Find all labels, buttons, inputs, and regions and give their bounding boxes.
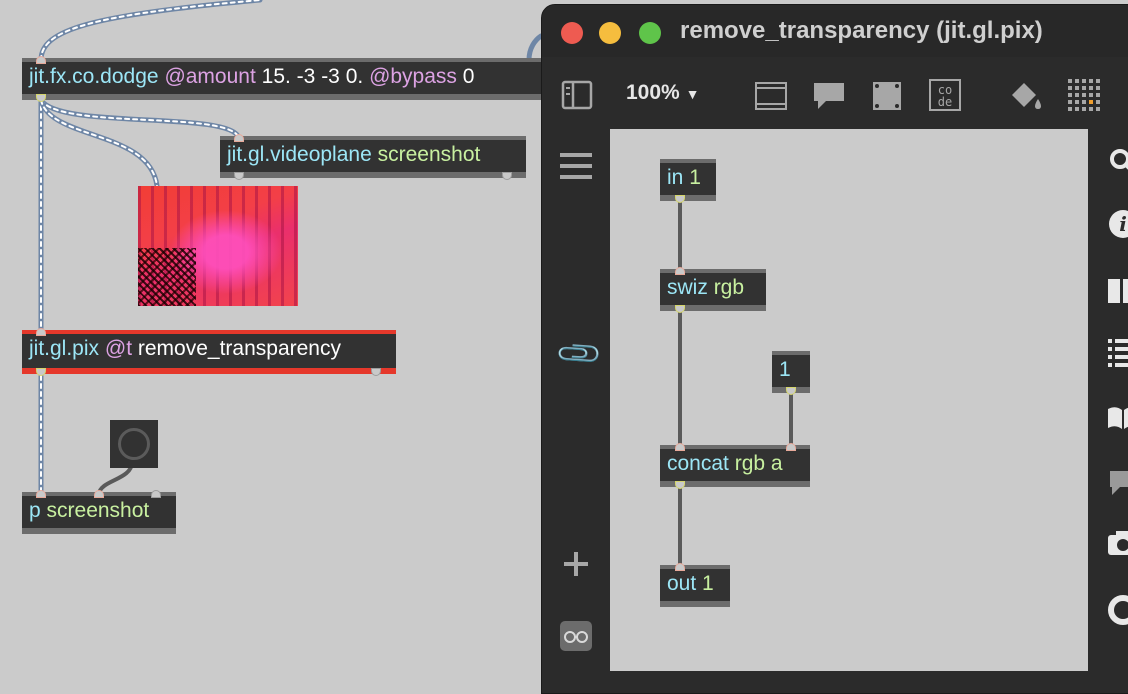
swiz-inlet[interactable]	[675, 267, 685, 275]
object-argument: screenshot	[46, 499, 150, 522]
window-title: remove_transparency (jit.gl.pix)	[680, 17, 1043, 44]
book-icon[interactable]	[1108, 405, 1128, 431]
pix-inlet[interactable]	[36, 328, 46, 336]
out-object[interactable]: out 1	[660, 565, 730, 607]
concat-inlet[interactable]	[786, 443, 796, 451]
object-class: jit.gl.pix	[29, 337, 100, 360]
object-attribute: @amount	[164, 65, 256, 88]
swiz-outlet[interactable]	[675, 305, 685, 313]
grid-icon[interactable]	[1066, 77, 1106, 115]
right-sidebar: i	[1088, 127, 1128, 693]
object-class: jit.gl.videoplane	[227, 143, 372, 166]
object-attribute: @t	[104, 337, 133, 360]
zoom-button[interactable]	[639, 22, 661, 44]
object-attribute: @bypass	[369, 65, 457, 88]
left-sidebar: 📎	[542, 127, 610, 693]
svg-text:i: i	[1119, 212, 1127, 236]
minimize-button[interactable]	[599, 22, 621, 44]
menu-icon[interactable]	[560, 151, 592, 181]
screenshot-inlet[interactable]	[94, 490, 104, 498]
list-icon[interactable]	[1108, 337, 1128, 367]
circle-icon	[118, 428, 150, 460]
info-icon[interactable]: i	[1108, 209, 1128, 239]
object-class: jit.fx.co.dodge	[29, 65, 159, 88]
dodge-object[interactable]: jit.fx.co.dodge @amount 15. -3 -3 0. @by…	[22, 58, 542, 100]
constant-value: 1	[779, 358, 791, 381]
bang-button[interactable]	[110, 420, 158, 468]
object-argument: rgb a	[734, 452, 783, 475]
videoplane-outlet[interactable]	[502, 172, 512, 180]
comment-icon[interactable]	[812, 81, 846, 111]
gl-pix-window[interactable]: remove_transparency (jit.gl.pix) 100% ▼ …	[541, 4, 1128, 694]
plus-icon[interactable]	[564, 552, 588, 576]
paperclip-icon[interactable]: 📎	[554, 329, 605, 380]
screenshot-inlet[interactable]	[36, 490, 46, 498]
object-class: out	[667, 572, 697, 595]
video-preview-image	[138, 186, 298, 306]
videoplane-object[interactable]: jit.gl.videoplane screenshot	[220, 136, 526, 178]
zoom-dropdown[interactable]: 100% ▼	[626, 81, 699, 105]
grid-object-icon[interactable]	[870, 79, 904, 113]
object-argument: screenshot	[377, 143, 481, 166]
camera-icon[interactable]	[1108, 529, 1128, 557]
object-value: 0	[462, 65, 475, 88]
screenshot-subpatch-object[interactable]: p screenshot	[22, 492, 176, 534]
toolbar: 100% ▼ co de	[542, 57, 1128, 127]
screenshot-inlet[interactable]	[151, 490, 161, 498]
dodge-outlet[interactable]	[36, 94, 46, 102]
concat-inlet[interactable]	[675, 443, 685, 451]
object-value: 15. -3 -3 0.	[261, 65, 364, 88]
paint-bucket-icon[interactable]	[1008, 79, 1044, 113]
gl-pix-object[interactable]: jit.gl.pix @t remove_transparency	[22, 330, 396, 374]
constant-outlet[interactable]	[786, 387, 796, 395]
object-class: concat	[667, 452, 729, 475]
code-icon[interactable]: co de	[929, 79, 961, 111]
out-inlet[interactable]	[675, 563, 685, 571]
in-outlet[interactable]	[675, 195, 685, 203]
presentation-icon[interactable]	[754, 79, 788, 113]
in-object[interactable]: in 1	[660, 159, 716, 201]
object-value: remove_transparency	[137, 337, 341, 360]
chevron-down-icon: ▼	[685, 86, 700, 102]
columns-icon[interactable]	[1108, 277, 1128, 305]
zoom-level: 100%	[626, 81, 680, 104]
sidebar-toggle-icon[interactable]	[561, 79, 593, 111]
object-argument: 1	[689, 166, 701, 189]
videoplane-outlet[interactable]	[234, 172, 244, 180]
pix-outlet[interactable]	[36, 368, 46, 376]
glasses-icon[interactable]	[560, 621, 592, 651]
concat-outlet[interactable]	[675, 481, 685, 489]
object-argument: rgb	[713, 276, 745, 299]
object-class: p	[29, 499, 41, 522]
videoplane-inlet[interactable]	[234, 134, 244, 142]
close-button[interactable]	[561, 22, 583, 44]
window-titlebar[interactable]: remove_transparency (jit.gl.pix)	[542, 5, 1128, 57]
search-icon[interactable]	[1108, 147, 1128, 177]
chat-bubble-icon[interactable]	[1108, 467, 1128, 497]
dodge-inlet[interactable]	[36, 56, 46, 64]
object-class: swiz	[667, 276, 708, 299]
gl-pix-canvas[interactable]: in 1 swiz rgb 1 concat rgb a out 1	[610, 129, 1088, 671]
object-class: in	[667, 166, 684, 189]
reference-icon[interactable]	[1108, 595, 1128, 625]
object-argument: 1	[702, 572, 714, 595]
pix-outlet[interactable]	[371, 368, 381, 376]
